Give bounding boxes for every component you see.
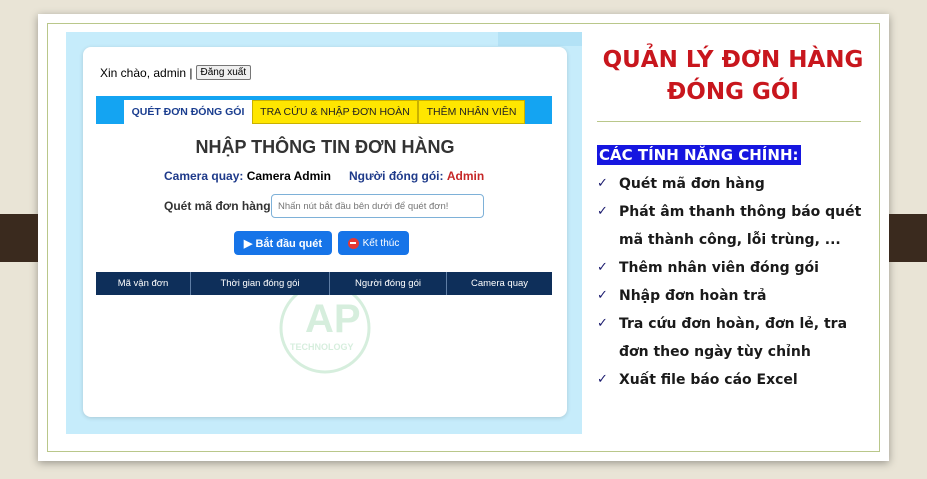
- packer-info: Người đóng gói: Admin: [349, 169, 484, 183]
- logout-button[interactable]: Đăng xuất: [195, 65, 252, 80]
- page-title: NHẬP THÔNG TIN ĐƠN HÀNG: [195, 137, 455, 157]
- greeting-text: Xin chào, admin |: [100, 65, 193, 80]
- feature-item: ✓ Nhập đơn hoàn trả: [597, 282, 862, 310]
- info-row: Camera quay: Camera Admin Người đóng gói…: [164, 169, 484, 183]
- column-header-packing-time[interactable]: Thời gian đóng gói: [191, 272, 330, 295]
- features-list: ✓ Quét mã đơn hàng ✓ Phát âm thanh thông b…: [597, 170, 862, 394]
- feature-item: ✓ Phát âm thanh thông báo quét mã thành c…: [597, 198, 862, 254]
- slide-title-line2: ĐÓNG GÓI: [667, 79, 799, 105]
- stop-scan-button[interactable]: Kết thúc: [338, 231, 409, 255]
- svg-text:AP: AP: [305, 297, 361, 341]
- scan-order-input[interactable]: [271, 194, 484, 218]
- column-header-packer[interactable]: Người đóng gói: [330, 272, 447, 295]
- check-icon: ✓: [597, 288, 608, 303]
- screenshot-top-strip: [498, 32, 582, 46]
- column-header-camera[interactable]: Camera quay: [447, 272, 552, 295]
- column-header-tracking-code[interactable]: Mã vận đơn: [96, 272, 191, 295]
- feature-item: ✓ Thêm nhân viên đóng gói: [597, 254, 862, 282]
- check-icon: ✓: [597, 204, 608, 219]
- packer-value: Admin: [446, 169, 485, 183]
- feature-item: ✓ Quét mã đơn hàng: [597, 170, 862, 198]
- greeting-row: Xin chào, admin | Đăng xuất: [100, 65, 252, 80]
- slide-title-line1: QUẢN LÝ ĐƠN HÀNG: [602, 47, 864, 73]
- scan-label: Quét mã đơn hàng: [164, 199, 271, 213]
- check-icon: ✓: [597, 372, 608, 387]
- features-heading: CÁC TÍNH NĂNG CHÍNH:: [597, 145, 801, 165]
- tab-lookup-returns[interactable]: TRA CỨU & NHẬP ĐƠN HOÀN: [252, 100, 418, 124]
- camera-value: Camera Admin: [246, 169, 331, 183]
- start-scan-button[interactable]: ▶ Bắt đầu quét: [234, 231, 332, 255]
- check-icon: ✓: [597, 316, 608, 331]
- stop-scan-label: Kết thúc: [362, 237, 400, 249]
- packer-label: Người đóng gói:: [348, 169, 444, 183]
- camera-label: Camera quay:: [164, 169, 244, 183]
- left-strap: [0, 214, 38, 262]
- svg-text:TECHNOLOGY: TECHNOLOGY: [290, 342, 354, 352]
- orders-table-header: Mã vận đơn Thời gian đóng gói Người đóng…: [96, 272, 552, 295]
- title-divider: [597, 121, 861, 122]
- ap-technology-logo: AP TECHNOLOGY: [279, 282, 371, 374]
- check-icon: ✓: [597, 176, 608, 191]
- tab-scan-packing[interactable]: QUÉT ĐƠN ĐÓNG GÓI: [124, 100, 252, 124]
- right-strap: [889, 214, 927, 262]
- tab-add-employee[interactable]: THÊM NHÂN VIÊN: [418, 100, 525, 124]
- slide-title: QUẢN LÝ ĐƠN HÀNG ĐÓNG GÓI: [598, 44, 868, 108]
- feature-item: ✓ Xuất file báo cáo Excel: [597, 366, 862, 394]
- camera-info: Camera quay: Camera Admin: [164, 169, 331, 183]
- no-entry-icon: [347, 237, 359, 249]
- feature-item: ✓ Tra cứu đơn hoàn, đơn lẻ, tra đơn theo …: [597, 310, 862, 366]
- check-icon: ✓: [597, 260, 608, 275]
